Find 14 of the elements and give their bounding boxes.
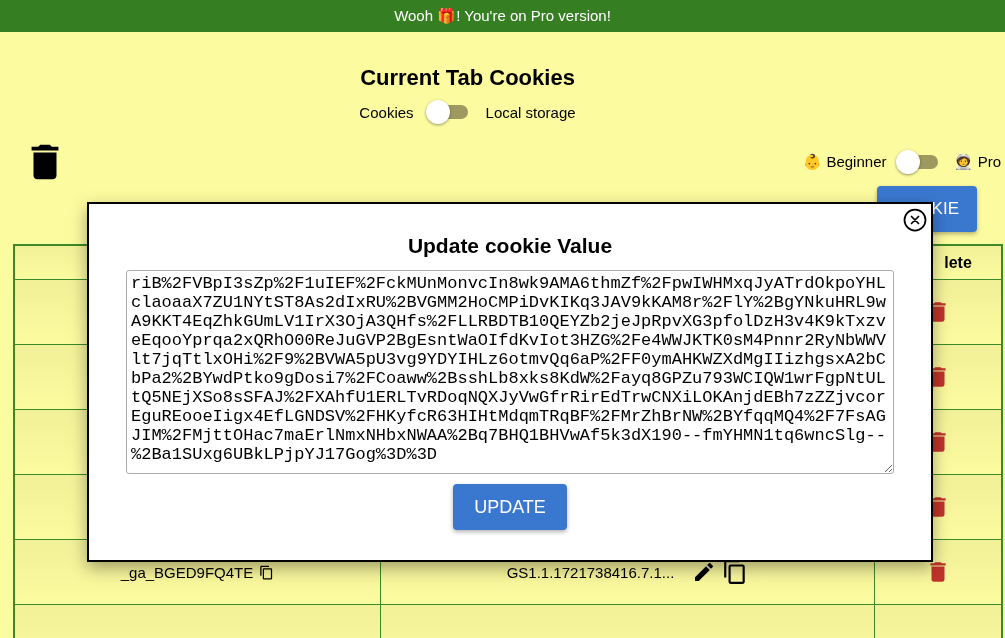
cookie-value-field[interactable]: riB%2FVBpI3sZp%2F1uIEF%2FckMUnMonvcIn8wk9AMA6thmZf%2FpwIWHMxqJyATrdOkpoYHLclaoaaX7ZU1NYtST8As2dIxRU%2BVGMM2HoCMPiDvKIKq3JAV9kKAM8r%2FlY%2BgYNkuHRL9wA9KKT4EqZhkGUmLV1IrX3OjA3QHfs%2FLLRBDTB10QEYZb2jeJpRpvXG3pfolDzH3v4K9kTxzveEqooYprqa2xQRhO00ReJuGVP2BgEsntWaOIfdKvIot3HZG%2Fe4WWJKTK0sM4Pnnr2RyNbWWVlt7jqTtlxOHi%2F9%2BVWA5pU3vg9YDYIHLz6otmvQq6aP%2FF0ymAHKWZXdMgIIizhgsxA2bCbPa2%2BYwdPtko9gDosi7%2FCoaww%2BsshLb8xks8KdW%2Fayq8GPZu793WCIQW1wrFgpNtULtQ5NEjXSo8sSFAJ%2FXAhfU1ERLTvRDoqNQXJyVwGfrRirEdTrwCNXiLOKAnjdEBh7zZZjvcorEguREooeIigx4EfLGNDSV%2FHKyfcR63HIHtMdqmTRqBF%2FMrZhBrNW%2BYfqqMQ4%2F7FsAGJIM%2FMjttOHac7maErlNmxNHbxNWAA%2Bq7BHQ1BHVwAf5k3dX190--fmYHMN1tq6wncSlg--%2Ba1SUxg6UBkLPjpYJ17Gog%3D%3D — [126, 270, 894, 474]
copy-icon[interactable] — [259, 564, 275, 580]
cookie-name: _ga_BGED9FQ4TE — [120, 563, 254, 581]
toggle-label: Local storage — [485, 103, 576, 121]
mode-label: 👶 Beginner — [803, 153, 887, 171]
update-button[interactable]: UPDATE — [453, 484, 567, 530]
cookie-value: GS1.1.1721738416.7.1... — [506, 563, 675, 581]
mode-label: 🧑‍🚀 Pro — [954, 153, 1001, 171]
toggle-label: Cookies — [359, 103, 414, 121]
pro-banner: Wooh 🎁! You're on Pro version! — [0, 0, 1005, 32]
page-title: Current Tab Cookies — [359, 64, 576, 92]
dialog-title: Update cookie Value — [407, 233, 613, 259]
close-icon[interactable] — [901, 206, 929, 234]
column-header: lete — [943, 253, 972, 272]
